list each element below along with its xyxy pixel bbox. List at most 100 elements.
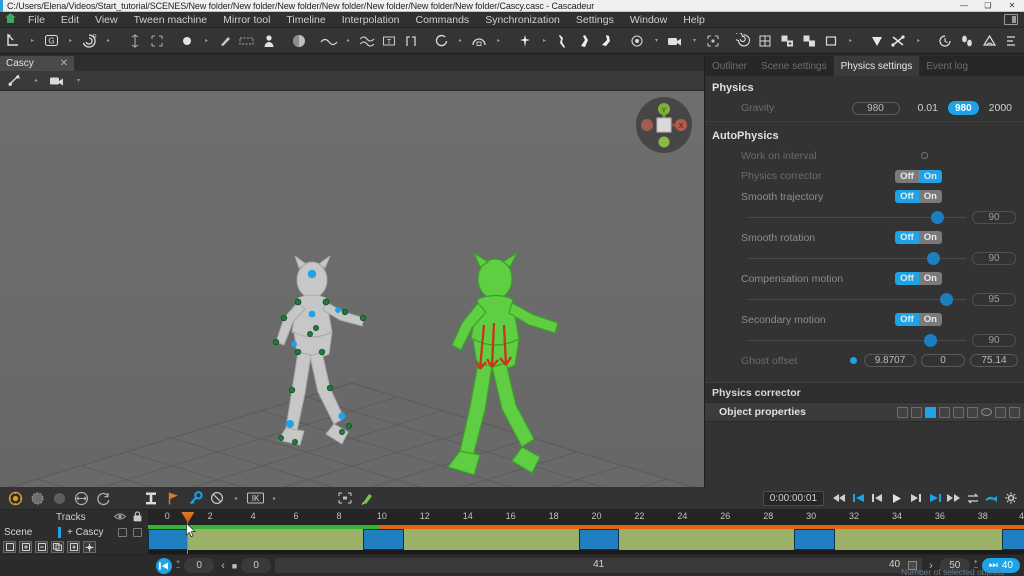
camera-icon[interactable] — [664, 30, 686, 52]
duplicate-object-icon[interactable] — [798, 30, 820, 52]
lock-icon[interactable] — [133, 511, 142, 525]
rotate-tool-icon[interactable]: R — [78, 30, 100, 52]
timeline-track-band[interactable] — [148, 525, 1024, 554]
camera-view-dropdown[interactable]: ▾ — [70, 70, 86, 92]
home-icon[interactable] — [0, 13, 20, 26]
point-tool-dropdown[interactable]: ▸ — [198, 30, 214, 52]
timecode-display[interactable]: 0:00:00:01 — [763, 491, 824, 506]
mirror-icon[interactable] — [967, 407, 978, 418]
point-tool-icon[interactable] — [176, 30, 198, 52]
frame-selection-icon[interactable] — [334, 487, 356, 509]
playback-speed-button[interactable] — [982, 489, 1001, 508]
fit-tool-icon[interactable] — [146, 30, 168, 52]
menu-item-view[interactable]: View — [87, 12, 126, 28]
track-row-scene[interactable]: Scene + Cascy — [0, 525, 148, 540]
jump-to-end-button[interactable] — [925, 489, 944, 508]
fast-forward-button[interactable] — [944, 489, 963, 508]
track-visibility-toggle[interactable] — [118, 528, 127, 537]
flag-tool-icon[interactable] — [162, 487, 184, 509]
toggle-on-label[interactable]: On — [919, 190, 942, 203]
global-transform-dropdown[interactable]: ▸ — [62, 30, 78, 52]
visibility-icon[interactable] — [981, 408, 992, 416]
prev-key-icon[interactable]: ‹ — [218, 560, 228, 572]
gravity-value-field[interactable]: 980 — [852, 102, 900, 115]
arc-tool-icon[interactable] — [468, 30, 490, 52]
tab-outliner[interactable]: Outliner — [705, 56, 754, 76]
add-object-icon[interactable] — [776, 30, 798, 52]
compensation-motion-slider[interactable] — [747, 293, 966, 306]
lock-icon[interactable] — [995, 407, 1006, 418]
global-transform-icon[interactable]: G — [40, 30, 62, 52]
physics-ball-icon[interactable] — [288, 30, 310, 52]
loop-dropdown[interactable]: ▸ — [452, 30, 468, 52]
add-track-button[interactable] — [3, 541, 16, 553]
frame-offset-field[interactable]: 0 — [184, 558, 214, 573]
menu-item-interpolation[interactable]: Interpolation — [334, 12, 408, 28]
toggle-off-label[interactable]: Off — [895, 313, 919, 326]
physics-mode-icon[interactable] — [4, 487, 26, 509]
jump-to-start-button[interactable] — [849, 489, 868, 508]
camera-view-icon[interactable] — [46, 70, 68, 92]
add-key-button[interactable] — [19, 541, 32, 553]
box-select-icon[interactable] — [236, 30, 258, 52]
brush-tool-icon[interactable] — [214, 30, 236, 52]
green-character[interactable] — [420, 251, 580, 487]
pose-preset-2-icon[interactable] — [552, 30, 574, 52]
visibility-icon[interactable] — [114, 512, 126, 524]
tab-physics-settings[interactable]: Physics settings — [834, 56, 920, 76]
ghost-offset-z[interactable]: 75.14 — [970, 354, 1018, 367]
secondary-motion-toggle[interactable]: Off On — [895, 313, 942, 326]
secondary-motion-slider[interactable] — [747, 334, 966, 347]
menu-item-tween-machine[interactable]: Tween machine — [126, 12, 216, 28]
keyframe-block-10[interactable] — [363, 529, 403, 550]
key-tool-icon[interactable] — [184, 487, 206, 509]
playback-settings-icon[interactable] — [1001, 489, 1020, 508]
cycle-mode-icon[interactable] — [70, 487, 92, 509]
viewport-3d-canvas[interactable]: Y X — [0, 91, 704, 487]
fk-ik-icon[interactable] — [911, 407, 922, 418]
pin-marker-icon[interactable] — [356, 487, 378, 509]
light-dropdown[interactable]: ▾ — [648, 30, 664, 52]
previous-frame-button[interactable] — [868, 489, 887, 508]
disable-key-dropdown[interactable]: ▸ — [228, 487, 244, 509]
inverse-kinematics-dropdown[interactable]: ▸ — [266, 487, 282, 509]
chevron-v-icon[interactable] — [866, 30, 888, 52]
viewport-tab-cascy[interactable]: Cascy ✕ — [0, 56, 75, 71]
loop-mode-icon[interactable] — [92, 487, 114, 509]
track-lock-toggle[interactable] — [133, 528, 142, 537]
menu-item-mirror-tool[interactable]: Mirror tool — [215, 12, 278, 28]
spline-icon[interactable] — [356, 30, 378, 52]
menu-item-timeline[interactable]: Timeline — [278, 12, 333, 28]
frame-stepper[interactable]: + − — [176, 560, 180, 572]
compensation-motion-value[interactable]: 95 — [972, 293, 1016, 306]
timeline-ruler-and-track[interactable]: 0 2 4 6 8 10 12 14 16 18 20 22 24 26 28 … — [148, 510, 1024, 554]
minimize-button[interactable]: — — [952, 0, 976, 12]
inverse-kinematics-icon[interactable]: IK — [244, 487, 266, 509]
go-to-start-icon[interactable] — [156, 558, 172, 574]
transform-icon[interactable] — [897, 407, 908, 418]
selection-icon[interactable] — [925, 407, 936, 418]
physics-corrector-header[interactable]: Physics corrector — [705, 382, 1024, 402]
keyframe-block-30[interactable] — [794, 529, 834, 550]
pose-preset-1-icon[interactable] — [514, 30, 536, 52]
ghost-offset-y[interactable]: 0 — [921, 354, 965, 367]
copy-track-button[interactable] — [51, 541, 64, 553]
selection-tool-icon[interactable] — [2, 30, 24, 52]
toggle-on-label[interactable]: On — [919, 231, 942, 244]
smooth-trajectory-value[interactable]: 90 — [972, 211, 1016, 224]
physics-bones-dropdown[interactable]: ▸ — [910, 30, 926, 52]
loop-playback-button[interactable] — [963, 489, 982, 508]
history-icon[interactable] — [934, 30, 956, 52]
smooth-trajectory-toggle[interactable]: Off On — [895, 190, 942, 203]
spiral-icon[interactable] — [732, 30, 754, 52]
remove-key-button[interactable] — [35, 541, 48, 553]
text-icon[interactable] — [939, 407, 950, 418]
menu-item-settings[interactable]: Settings — [568, 12, 622, 28]
start-frame-field[interactable]: 0 — [241, 558, 271, 573]
keyframe-block-0[interactable] — [148, 529, 188, 550]
pose-preset-1-dropdown[interactable]: ▸ — [536, 30, 552, 52]
range-icon[interactable] — [400, 30, 422, 52]
framing-icon[interactable] — [702, 30, 724, 52]
tab-scene-settings[interactable]: Scene settings — [754, 56, 834, 76]
smooth-rotation-value[interactable]: 90 — [972, 252, 1016, 265]
